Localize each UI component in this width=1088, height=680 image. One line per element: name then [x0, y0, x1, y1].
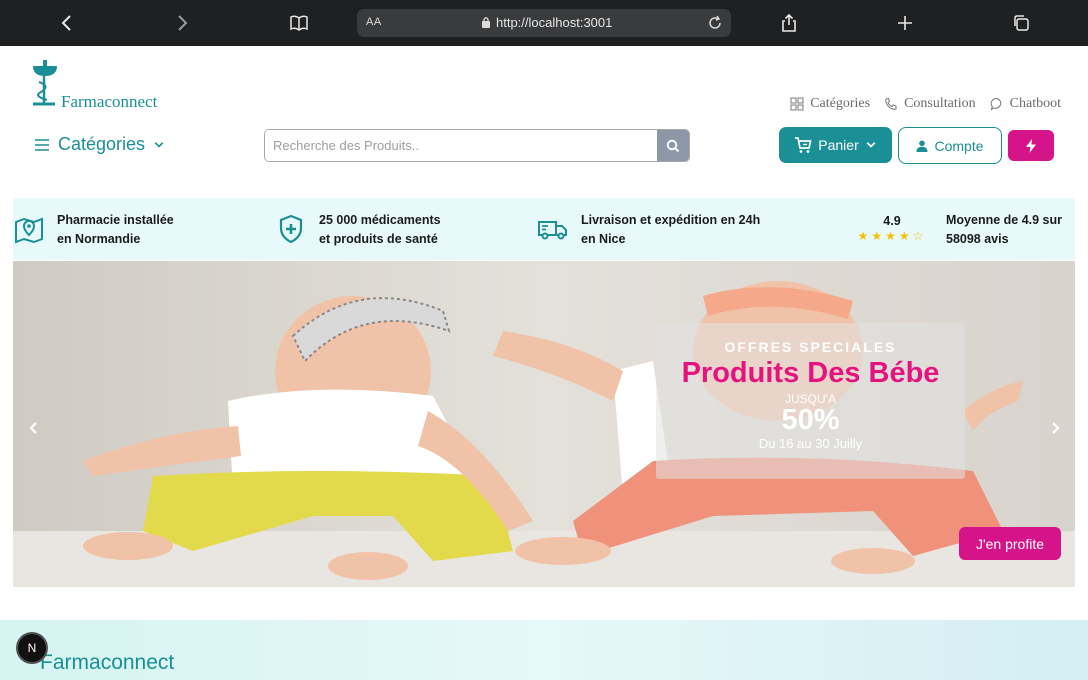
footer-brand-part1: Farma	[40, 651, 101, 674]
footer-brand-name[interactable]: Farmaconnect	[40, 651, 174, 675]
categories-menu-label: Catégories	[58, 134, 146, 154]
back-icon[interactable]	[52, 8, 82, 38]
info-item-location: Pharmacie installée en Normandie	[13, 211, 174, 249]
share-icon[interactable]	[774, 8, 804, 38]
text-size-button[interactable]: AA	[366, 16, 382, 28]
forward-icon[interactable]	[167, 8, 197, 38]
toplink-label: Chatboot	[1009, 96, 1061, 111]
bookmarks-book-icon[interactable]	[284, 8, 314, 38]
brand-name-part1: Farma	[61, 92, 105, 111]
address-bar[interactable]: AA http://localhost:3001	[357, 9, 731, 37]
chat-bubble-icon	[990, 97, 1001, 111]
url-text: http://localhost:3001	[496, 15, 613, 30]
shield-plus-icon	[279, 214, 303, 244]
browser-toolbar: AA http://localhost:3001	[0, 0, 1088, 46]
rating-score: 4.9	[883, 214, 901, 228]
account-button-label: Compte	[934, 137, 984, 154]
info-strip: Pharmacie installée en Normandie 25 000 m…	[13, 198, 1075, 260]
categories-menu[interactable]: Catégories	[34, 134, 165, 155]
rating-summary-line1: Moyenne de 4.9 sur	[946, 213, 1063, 227]
info-text-line2: en Normandie	[57, 232, 141, 246]
user-icon	[916, 140, 928, 152]
new-tab-plus-icon[interactable]	[890, 8, 920, 38]
brand-name[interactable]: Farmaconnect	[61, 92, 157, 112]
info-text-line2: en Nice	[581, 232, 626, 246]
promo-tag: OFFRES SPECIALES	[724, 339, 897, 355]
map-pin-icon	[15, 217, 43, 244]
chevron-right-icon	[1052, 422, 1060, 434]
promo-cta-button[interactable]: J'en profite	[959, 527, 1061, 560]
rating-summary-line2: 58098 avis	[946, 232, 1009, 246]
toplink-categories[interactable]: Catégories	[790, 96, 870, 112]
info-text-line1: Livraison et expédition en 24h	[581, 213, 761, 227]
carousel-prev-button[interactable]	[27, 421, 47, 441]
toplink-chatboot[interactable]: Chatboot	[990, 96, 1061, 112]
info-text-line2: et produits de santé	[319, 232, 438, 246]
phone-icon	[885, 97, 897, 110]
hero-banner: OFFRES SPECIALES Produits Des Bébe JUSQU…	[13, 261, 1075, 587]
truck-icon	[538, 221, 567, 240]
cart-button[interactable]: Panier	[779, 127, 892, 163]
chevron-down-icon	[866, 142, 876, 148]
promo-dates: Du 16 au 30 Juilly	[758, 436, 863, 451]
footer-brand-part2: connect	[100, 651, 175, 674]
rating-block: 4.9 ★★★★☆	[851, 211, 933, 243]
promo-box: OFFRES SPECIALES Produits Des Bébe JUSQU…	[656, 323, 965, 479]
search-bar	[264, 129, 690, 162]
cart-icon	[795, 137, 812, 153]
rating-stars: ★★★★☆	[857, 229, 927, 243]
tabs-overview-icon[interactable]	[1006, 8, 1036, 38]
reload-icon[interactable]	[707, 15, 723, 31]
toplink-label: Catégories	[810, 96, 871, 111]
grid-icon	[790, 97, 804, 111]
search-icon	[666, 139, 680, 152]
search-button[interactable]	[657, 130, 689, 161]
carousel-next-button[interactable]	[1048, 421, 1068, 441]
account-button[interactable]: Compte	[898, 127, 1002, 164]
flash-deals-button[interactable]	[1008, 130, 1054, 161]
brand-name-part2: connect	[104, 92, 158, 111]
chevron-down-icon	[154, 141, 164, 148]
lock-icon	[482, 17, 490, 28]
dev-tools-badge[interactable]: N	[16, 632, 48, 664]
cart-button-label: Panier	[818, 137, 859, 153]
lightning-icon	[1026, 138, 1036, 153]
promo-discount: 50%	[781, 404, 840, 436]
chevron-left-icon	[29, 422, 37, 434]
info-item-products: 25 000 médicaments et produits de santé	[275, 211, 441, 249]
hamburger-icon	[35, 138, 49, 151]
rating-summary: Moyenne de 4.9 sur 58098 avis	[946, 211, 1062, 249]
toplink-label: Consultation	[904, 96, 976, 111]
search-input[interactable]	[265, 130, 657, 161]
info-item-delivery: Livraison et expédition en 24h en Nice	[537, 211, 760, 249]
toplink-consultation[interactable]: Consultation	[884, 96, 976, 112]
top-links: Catégories Consultation Chatboot	[790, 96, 1061, 112]
promo-title: Produits Des Bébe	[681, 357, 940, 389]
info-text-line1: 25 000 médicaments	[319, 213, 441, 227]
info-text-line1: Pharmacie installée	[57, 213, 174, 227]
